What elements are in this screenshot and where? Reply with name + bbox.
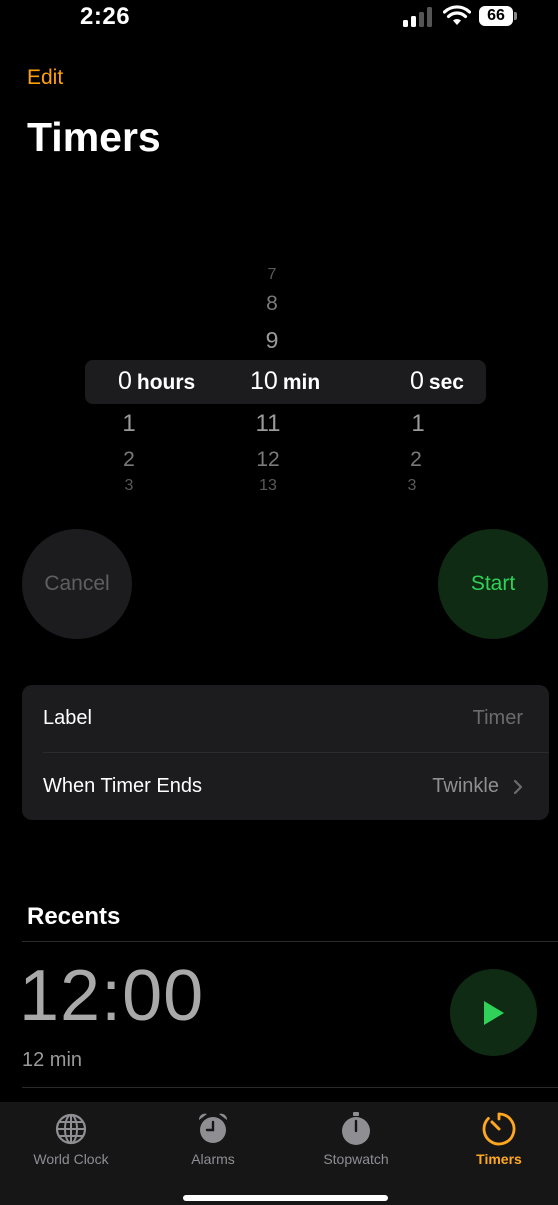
battery-cap xyxy=(514,12,517,20)
recent-timer-time[interactable]: 12:00 xyxy=(19,955,204,1037)
picker-minutes-option[interactable]: 7 xyxy=(232,266,312,284)
status-time: 2:26 xyxy=(80,3,131,30)
label-row[interactable]: Label Timer xyxy=(22,685,549,752)
picker-seconds-option[interactable]: 2 xyxy=(376,448,456,472)
picker-minutes-option[interactable]: 8 xyxy=(232,292,312,316)
picker-minutes-selected[interactable]: 10 min xyxy=(250,367,320,396)
picker-minutes-unit: min xyxy=(282,371,321,394)
home-indicator[interactable] xyxy=(183,1195,388,1201)
picker-hours-value: 0 xyxy=(118,367,132,395)
tab-label: Alarms xyxy=(191,1151,235,1167)
recent-timer-duration: 12 min xyxy=(22,1049,83,1071)
battery-indicator: 66 xyxy=(479,6,513,26)
picker-minutes-option[interactable]: 12 xyxy=(228,448,308,472)
tab-label: World Clock xyxy=(33,1151,109,1167)
tab-world-clock[interactable]: World Clock xyxy=(1,1102,141,1167)
picker-hours-option[interactable]: 3 xyxy=(89,477,169,495)
when-timer-ends-value: Twinkle xyxy=(432,775,499,797)
page-title: Timers xyxy=(27,114,161,160)
picker-seconds-unit: sec xyxy=(428,371,464,394)
picker-hours-option[interactable]: 2 xyxy=(89,448,169,472)
tab-alarms[interactable]: Alarms xyxy=(143,1102,283,1167)
wifi-icon xyxy=(443,5,471,25)
tab-timers[interactable]: Timers xyxy=(429,1102,558,1167)
divider xyxy=(22,941,558,942)
globe-icon xyxy=(55,1113,87,1145)
picker-minutes-value: 10 xyxy=(250,367,278,395)
when-timer-ends-row[interactable]: When Timer Ends Twinkle xyxy=(22,753,549,820)
picker-hours-selected[interactable]: 0 hours xyxy=(118,367,195,396)
divider xyxy=(22,1087,558,1088)
timer-icon xyxy=(482,1112,516,1146)
picker-minutes-option[interactable]: 9 xyxy=(232,327,312,354)
picker-seconds-option[interactable]: 3 xyxy=(372,477,452,495)
recent-timer-play-button[interactable] xyxy=(450,969,537,1056)
start-button[interactable]: Start xyxy=(438,529,548,639)
when-timer-ends-value-group: Twinkle xyxy=(432,775,523,798)
stopwatch-icon xyxy=(342,1112,370,1145)
timer-settings-card: Label Timer When Timer Ends Twinkle xyxy=(22,685,549,820)
tab-label: Stopwatch xyxy=(323,1151,389,1167)
picker-seconds-option[interactable]: 1 xyxy=(378,410,458,438)
picker-minutes-option[interactable]: 13 xyxy=(228,477,308,495)
tab-label: Timers xyxy=(476,1151,522,1167)
label-input[interactable]: Timer xyxy=(473,707,523,730)
play-icon xyxy=(483,1000,504,1025)
tab-bar: World Clock Alarms Stopwatch Timers xyxy=(0,1102,558,1205)
edit-button[interactable]: Edit xyxy=(27,66,63,90)
recents-title: Recents xyxy=(27,903,121,930)
picker-hours-unit: hours xyxy=(136,371,196,394)
cancel-button[interactable]: Cancel xyxy=(22,529,132,639)
cellular-signal-icon xyxy=(403,7,435,27)
picker-hours-option[interactable]: 1 xyxy=(89,410,169,438)
picker-seconds-value: 0 xyxy=(410,367,424,395)
picker-seconds-selected[interactable]: 0 sec xyxy=(410,367,464,396)
chevron-right-icon xyxy=(513,779,523,794)
picker-minutes-option[interactable]: 11 xyxy=(228,410,308,438)
tab-stopwatch[interactable]: Stopwatch xyxy=(286,1102,426,1167)
label-row-title: Label xyxy=(43,707,92,729)
when-timer-ends-title: When Timer Ends xyxy=(43,775,202,797)
alarm-clock-icon xyxy=(198,1113,228,1143)
